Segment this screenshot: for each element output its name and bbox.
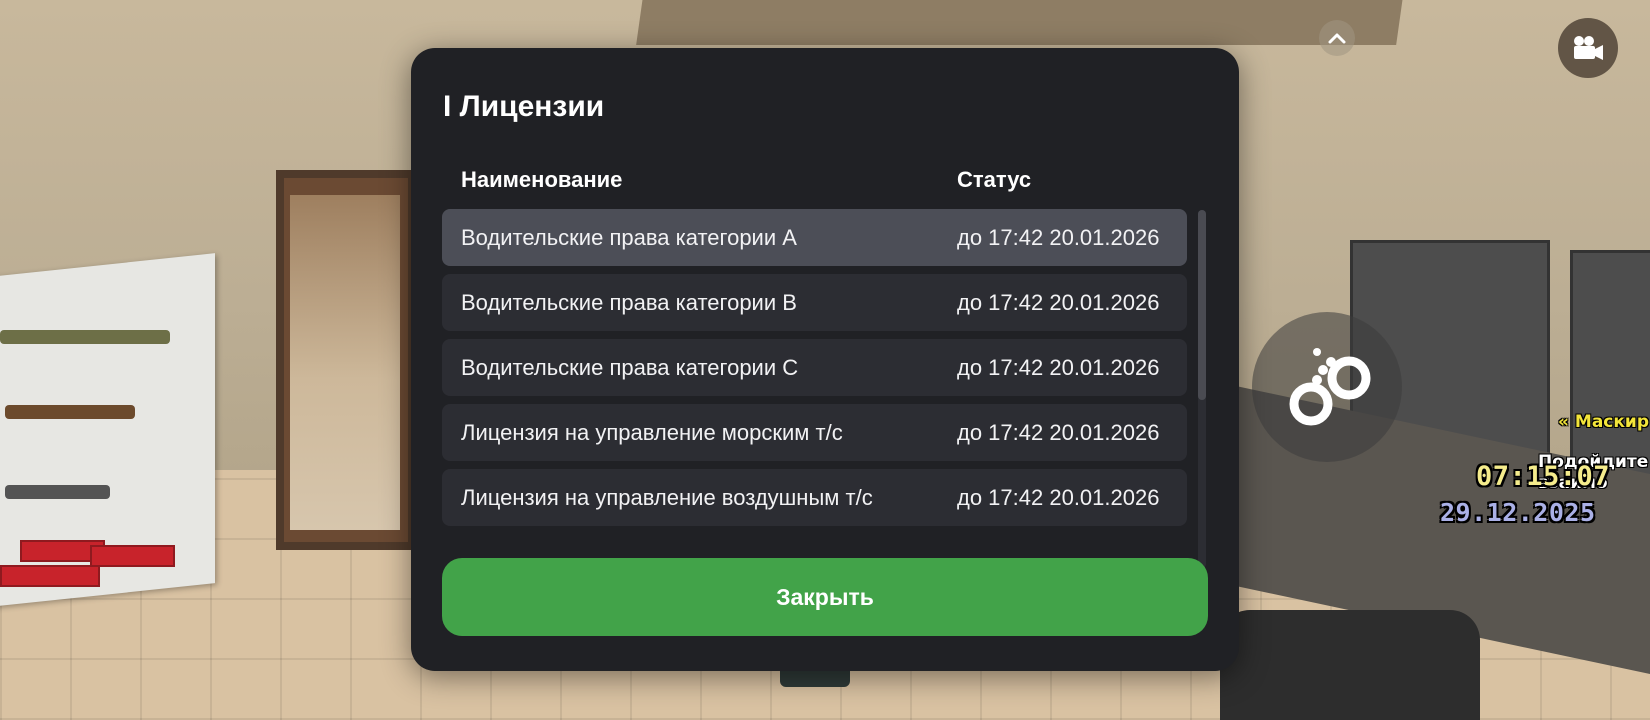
license-status: до 17:42 20.01.2026	[957, 290, 1160, 315]
hud-clock: 07:15:07	[1476, 461, 1611, 492]
licenses-list[interactable]: Водительские права категории A до 17:42 …	[442, 209, 1187, 571]
handcuffs-icon	[1289, 348, 1371, 426]
license-name: Водительские права категории C	[461, 355, 799, 380]
license-row[interactable]: Лицензия на управление морским т/с до 17…	[442, 404, 1187, 461]
license-row[interactable]: Водительские права категории A до 17:42 …	[442, 209, 1187, 266]
license-row[interactable]: Водительские права категории B до 17:42 …	[442, 274, 1187, 331]
license-status: до 17:42 20.01.2026	[957, 420, 1160, 445]
ceiling-beam	[636, 0, 1404, 45]
license-name: Водительские права категории B	[461, 290, 797, 315]
chevron-up-icon	[1328, 33, 1346, 44]
shotgun-on-rack	[5, 405, 135, 419]
license-status: до 17:42 20.01.2026	[957, 225, 1160, 250]
license-status: до 17:42 20.01.2026	[957, 355, 1160, 380]
video-camera-icon	[1574, 36, 1603, 60]
collapse-button[interactable]	[1319, 20, 1355, 56]
column-header-status: Статус	[957, 167, 1032, 192]
licenses-dialog: I Лицензии Наименование Статус Водительс…	[411, 48, 1239, 671]
handcuffs-button[interactable]	[1252, 312, 1402, 462]
license-name: Водительские права категории A	[461, 225, 797, 250]
smg-on-rack	[5, 485, 110, 499]
list-scrollbar[interactable]	[1198, 210, 1206, 568]
column-header-name: Наименование	[461, 167, 623, 192]
side-hint-label: « Маскир	[1558, 412, 1649, 432]
camera-button[interactable]	[1558, 18, 1618, 78]
license-name: Лицензия на управление воздушным т/с	[461, 485, 873, 510]
ammo-box	[0, 565, 100, 587]
office-chair	[1220, 610, 1480, 720]
license-name: Лицензия на управление морским т/с	[461, 420, 843, 445]
license-row[interactable]: Водительские права категории C до 17:42 …	[442, 339, 1187, 396]
scrollbar-thumb[interactable]	[1198, 210, 1206, 400]
license-status: до 17:42 20.01.2026	[957, 485, 1160, 510]
doorway-view	[290, 195, 400, 530]
hud-date: 29.12.2025	[1440, 498, 1596, 527]
license-row[interactable]: Лицензия на управление воздушным т/с до …	[442, 469, 1187, 526]
rifle-on-rack	[0, 330, 170, 344]
close-button[interactable]: Закрыть	[442, 558, 1208, 636]
ammo-box	[90, 545, 175, 567]
dialog-title: I Лицензии	[443, 90, 605, 123]
metal-cabinet	[1570, 250, 1650, 480]
